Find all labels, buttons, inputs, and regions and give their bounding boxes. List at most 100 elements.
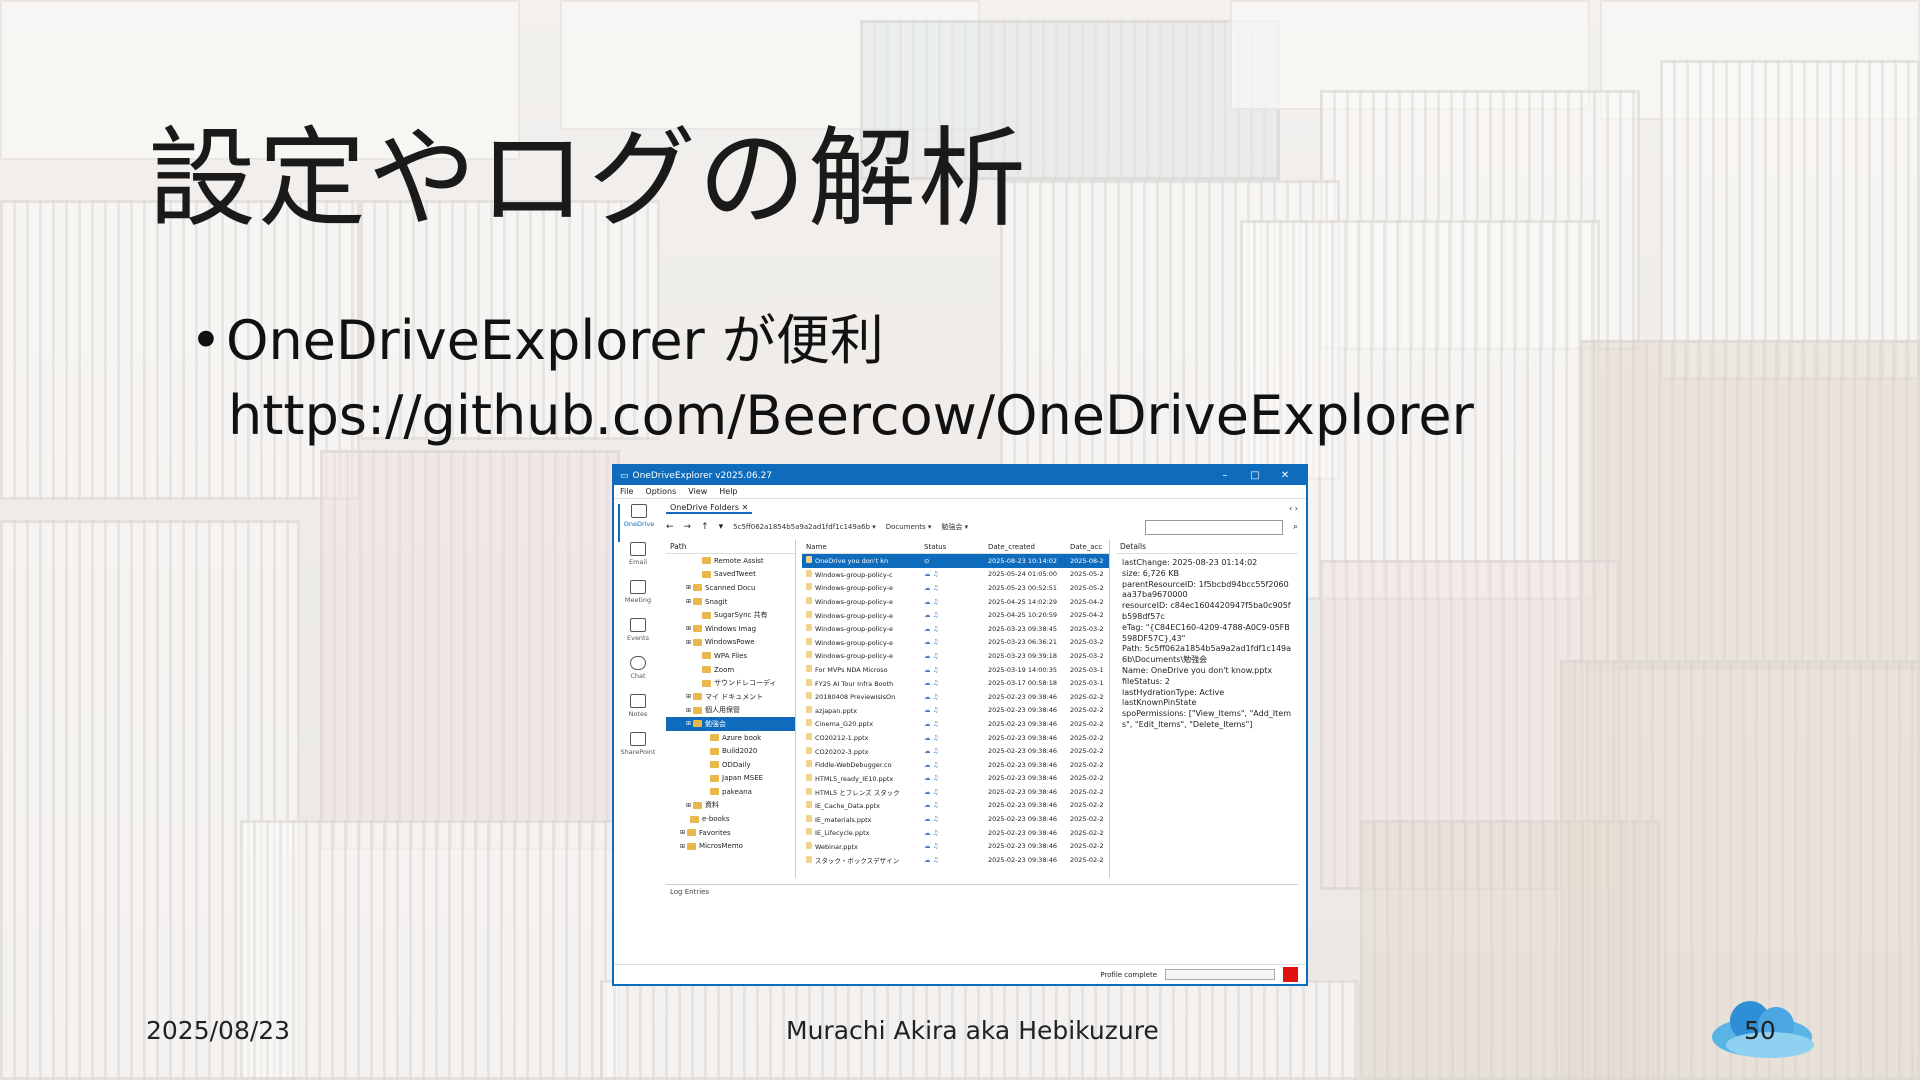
back-icon[interactable]: ← — [666, 522, 674, 532]
expand-icon[interactable]: ⊞ — [686, 625, 691, 632]
table-row[interactable]: CO20202-3.pptx ☁ ♫ 2025-02-23 09:38:46 2025… — [802, 744, 1109, 758]
tree-item[interactable]: Zoom — [666, 663, 795, 677]
table-row[interactable]: Windows-group-policy-e ☁ ♫ 2025-04-25 10:2… — [802, 608, 1109, 622]
nav-notes[interactable]: Notes — [618, 694, 658, 732]
tree-item[interactable]: Japan MSEE — [666, 772, 795, 786]
repository-link[interactable]: https://github.com/Beercow/OneDriveExplo… — [228, 384, 1474, 447]
table-row[interactable]: For MVPs NDA Microso ☁ ♫ 2025-03-19 14:00:… — [802, 663, 1109, 677]
tree-item[interactable]: ⊞ 勉強会 — [666, 717, 795, 731]
minimize-button[interactable]: – — [1210, 470, 1240, 481]
expand-icon[interactable]: ⊞ — [686, 584, 691, 591]
table-row[interactable]: 20180408 PreviewIsIsOn ☁ ♫ 2025-02-23 09:3… — [802, 690, 1109, 704]
tree-item[interactable]: Build2020 — [666, 744, 795, 758]
tree-item[interactable]: ⊞ Scanned Docu — [666, 581, 795, 595]
tree-item[interactable]: SavedTweet — [666, 568, 795, 582]
nav-onedrive[interactable]: OneDrive — [618, 504, 658, 542]
tree-item[interactable]: WPA Files — [666, 649, 795, 663]
menu-view[interactable]: View — [688, 487, 707, 496]
expand-icon[interactable]: ⊞ — [686, 598, 691, 605]
expand-icon[interactable]: ⊞ — [686, 707, 691, 714]
folder-icon — [693, 693, 703, 701]
table-row[interactable]: IE_Cache_Data.pptx ☁ ♫ 2025-02-23 09:38:46… — [802, 799, 1109, 813]
tree-item[interactable]: SugarSync 共有 — [666, 608, 795, 622]
forward-icon[interactable]: → — [684, 522, 692, 532]
tab-scroll-icon[interactable]: ‹ › — [1289, 504, 1298, 513]
tree-item-label: MicrosMemo — [699, 842, 743, 851]
table-row[interactable]: Fiddle-WebDebugger.co ☁ ♫ 2025-02-23 09:38… — [802, 758, 1109, 772]
log-entries-tab[interactable]: Log Entries — [666, 885, 1298, 899]
table-row[interactable]: Windows-group-policy-e ☁ ♫ 2025-04-25 14:0… — [802, 595, 1109, 609]
table-row[interactable]: FY25 AI Tour Infra Booth ☁ ♫ 2025-03-17 00… — [802, 676, 1109, 690]
tree-item[interactable]: サウンドレコーディ — [666, 676, 795, 690]
col-created[interactable]: Date_created — [986, 543, 1068, 551]
tree-item[interactable]: ⊞ WindowsPowe — [666, 636, 795, 650]
table-row[interactable]: HTML5_ready_IE10.pptx ☁ ♫ 2025-02-23 09:38… — [802, 772, 1109, 786]
nav-email[interactable]: Email — [618, 542, 658, 580]
tree-item[interactable]: pakeana — [666, 785, 795, 799]
tree-item[interactable]: ODDaily — [666, 758, 795, 772]
nav-chat[interactable]: Chat — [618, 656, 658, 694]
folder-icon — [693, 625, 703, 633]
col-accessed[interactable]: Date_acc — [1068, 543, 1108, 551]
menu-file[interactable]: File — [620, 487, 633, 496]
table-row[interactable]: Windows-group-policy-e ☁ ♫ 2025-03-23 09:3… — [802, 649, 1109, 663]
breadcrumb-documents[interactable]: Documents ▾ — [886, 523, 932, 531]
table-row[interactable]: azjapan.pptx ☁ ♫ 2025-02-23 09:38:46 2025-0… — [802, 704, 1109, 718]
breadcrumb-id[interactable]: 5c5ff062a1854b5a9a2ad1fdf1c149a6b ▾ — [733, 523, 876, 531]
tree-item-label: 資料 — [705, 801, 720, 810]
table-row[interactable]: Cinema_G20.pptx ☁ ♫ 2025-02-23 09:38:46 202… — [802, 717, 1109, 731]
expand-icon[interactable]: ⊞ — [680, 829, 685, 836]
expand-icon[interactable]: ⊞ — [680, 843, 685, 850]
col-name[interactable]: Name — [802, 543, 920, 551]
file-icon — [806, 814, 812, 822]
tree-item[interactable]: ⊞ 個人用保管 — [666, 704, 795, 718]
tree-item[interactable]: Remote Assist — [666, 554, 795, 568]
close-button[interactable]: ✕ — [1270, 470, 1300, 481]
tree-item[interactable]: ⊞ マイ ドキュメント — [666, 690, 795, 704]
cell-name: FY25 AI Tour Infra Booth — [802, 678, 920, 688]
expand-icon[interactable]: ⊞ — [686, 693, 691, 700]
search-icon[interactable]: ⌕ — [1293, 522, 1298, 532]
expand-icon[interactable]: ⊞ — [686, 802, 691, 809]
history-dropdown-icon[interactable]: ▾ — [719, 522, 724, 532]
table-row[interactable]: Windows-group-policy-e ☁ ♫ 2025-03-23 09:3… — [802, 622, 1109, 636]
tree-item-label: Build2020 — [722, 747, 758, 756]
search-input[interactable] — [1144, 519, 1283, 535]
tree-item[interactable]: ⊞ Snagit — [666, 595, 795, 609]
cell-accessed: 2025-02-2 — [1070, 801, 1104, 810]
nav-events[interactable]: Events — [618, 618, 658, 656]
table-row[interactable]: Webinar.pptx ☁ ♫ 2025-02-23 09:38:46 2025-0… — [802, 839, 1109, 853]
details-text: lastChange: 2025-08-23 01:14:02 size: 6,7… — [1116, 554, 1298, 735]
tree-item[interactable]: ⊞ MicrosMemo — [666, 839, 795, 853]
table-row[interactable]: Windows-group-policy-e ☁ ♫ 2025-05-23 00:5… — [802, 581, 1109, 595]
table-row[interactable]: IE_Lifecycle.pptx ☁ ♫ 2025-02-23 09:38:46 2… — [802, 826, 1109, 840]
table-row[interactable]: CO20212-1.pptx ☁ ♫ 2025-02-23 09:38:46 2025… — [802, 731, 1109, 745]
nav-sharepoint[interactable]: SharePoint — [618, 732, 658, 770]
app-icon: ▭ — [620, 470, 629, 481]
table-row[interactable]: Windows-group-policy-e ☁ ♫ 2025-03-23 06:3… — [802, 636, 1109, 650]
nav-meeting[interactable]: Meeting — [618, 580, 658, 618]
cell-accessed: 2025-03-1 — [1070, 665, 1104, 674]
maximize-button[interactable]: □ — [1240, 470, 1270, 481]
tree-item[interactable]: ⊞ 資料 — [666, 799, 795, 813]
tree-item[interactable]: ⊞ Favorites — [666, 826, 795, 840]
expand-icon[interactable]: ⊞ — [686, 639, 691, 646]
table-row[interactable]: IE_materials.pptx ☁ ♫ 2025-02-23 09:38:46 2… — [802, 812, 1109, 826]
tree-item[interactable]: e-books — [666, 812, 795, 826]
table-row[interactable]: スタック・ボックスデザイン ☁ ♫ 2025-02-23 09:38:46 2025-… — [802, 853, 1109, 867]
tab-onedrive-folders[interactable]: OneDrive Folders ✕ — [666, 503, 753, 514]
cell-created: 2025-02-23 09:38:46 — [988, 747, 1058, 756]
breadcrumb-study[interactable]: 勉強会 ▾ — [941, 522, 968, 532]
calendar-grid-icon — [630, 618, 646, 632]
up-icon[interactable]: ↑ — [701, 522, 709, 532]
tab-close-icon[interactable]: ✕ — [742, 503, 749, 512]
expand-icon[interactable]: ⊞ — [686, 720, 691, 727]
menu-help[interactable]: Help — [719, 487, 737, 496]
table-row[interactable]: HTML5 とフレンズ スタック ☁ ♫ 2025-02-23 09:38:46 20… — [802, 785, 1109, 799]
tree-item[interactable]: Azure book — [666, 731, 795, 745]
table-row[interactable]: Windows-group-policy-c ☁ ♫ 2025-05-24 01:0… — [802, 568, 1109, 582]
table-row[interactable]: OneDrive you don't kn ⊙ 2025-08-23 10:14:0… — [802, 554, 1109, 568]
col-status[interactable]: Status — [920, 543, 986, 551]
menu-options[interactable]: Options — [645, 487, 676, 496]
tree-item[interactable]: ⊞ Windows Imag — [666, 622, 795, 636]
